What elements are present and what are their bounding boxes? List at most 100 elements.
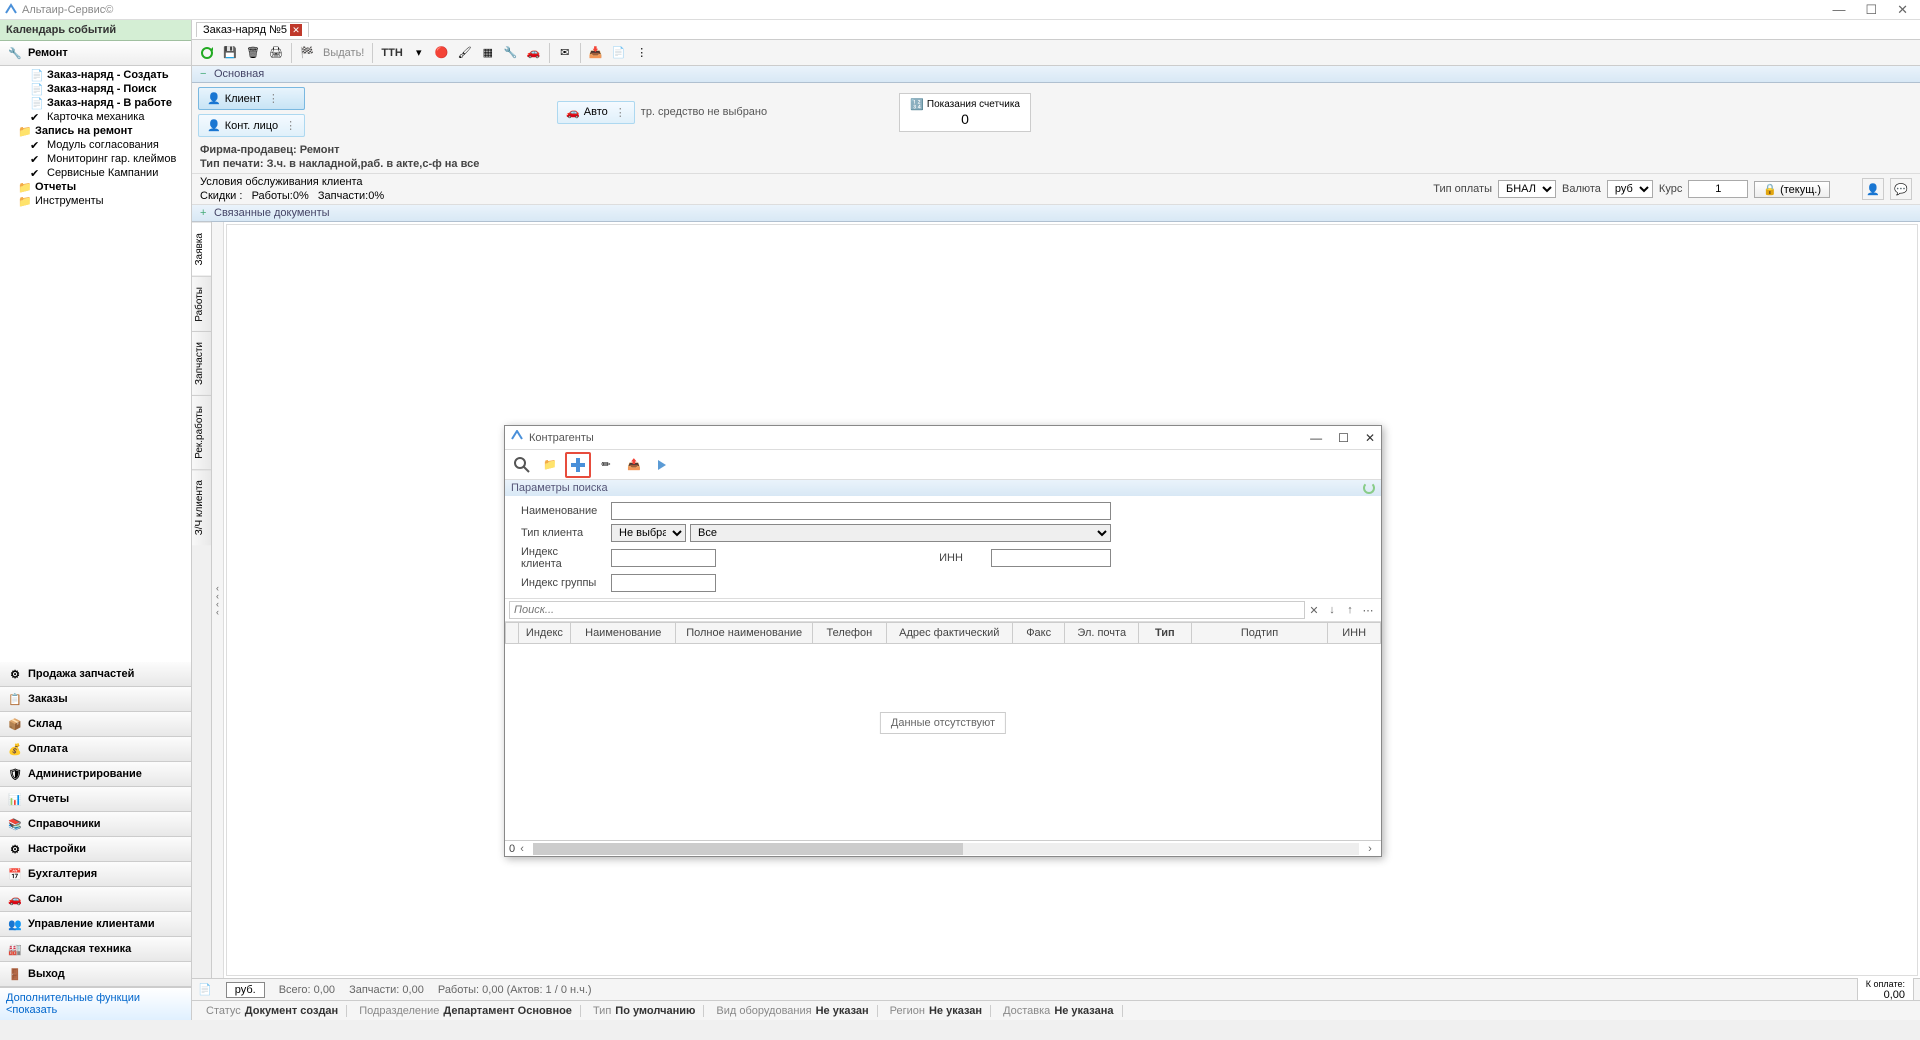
tree-item[interactable]: 📄Заказ-наряд - Поиск [0,82,191,96]
document-tab[interactable]: Заказ-наряд №5 ✕ [196,22,309,37]
sidebar-item-settings[interactable]: ⚙Настройки [0,837,191,862]
tree-item[interactable]: 📄Заказ-наряд - В работе [0,96,191,110]
sidebar-footer-link[interactable]: Дополнительные функции <показать [0,987,191,1020]
delete-button[interactable]: 🗑 [242,42,264,64]
tab-close-icon[interactable]: ✕ [290,24,302,36]
color-button[interactable]: 🔴 [431,42,453,64]
chat-icon-button[interactable]: 💬 [1890,178,1912,200]
import-button[interactable]: 📥 [585,42,607,64]
tree-item[interactable]: 📁Инструменты [0,194,191,208]
doc-button[interactable]: 📄 [608,42,630,64]
column-header[interactable]: Тип [1139,623,1192,644]
dialog-minimize-button[interactable]: — [1310,431,1322,445]
more-button[interactable]: ⋮ [631,42,653,64]
clear-search-button[interactable]: ✕ [1305,601,1323,619]
vtab-rec-works[interactable]: Рек.работы [192,395,211,469]
vtab-works[interactable]: Работы [192,276,211,332]
scroll-left-button[interactable]: ‹ [515,843,529,855]
column-header[interactable]: Индекс [518,623,571,644]
ttn-label[interactable]: ТТН [377,47,406,59]
arrow-left-icon[interactable]: ‹ [216,608,219,616]
folder-icon: 📁 [18,125,32,137]
horizontal-scrollbar[interactable] [533,843,1359,855]
edit-button[interactable]: ✏ [593,452,619,478]
payment-type-select[interactable]: БНАЛ [1498,180,1556,198]
sidebar-item-accounting[interactable]: 📅Бухгалтерия [0,862,191,887]
column-header[interactable]: Эл. почта [1065,623,1139,644]
minimize-button[interactable]: — [1832,2,1845,18]
sidebar-section-repair[interactable]: 🔧 Ремонт [0,41,191,66]
column-header[interactable]: Подтип [1191,623,1328,644]
sidebar-item-admin[interactable]: 🛡Администрирование [0,762,191,787]
more-options-button[interactable]: ⋯ [1359,601,1377,619]
tool-button[interactable]: 🔧 [500,42,522,64]
column-header[interactable]: Полное наименование [676,623,813,644]
tree-item[interactable]: ✔Модуль согласования [0,138,191,152]
current-rate-button[interactable]: 🔒 (текущ.) [1754,181,1830,198]
tree-item[interactable]: ✔Сервисные Кампании [0,166,191,180]
contact-button[interactable]: 👤 Конт. лицо ⋮ [198,114,305,137]
inn-input[interactable] [991,549,1111,567]
folder-button[interactable]: 📁 [537,452,563,478]
sidebar-item-parts-sale[interactable]: ⚙Продажа запчастей [0,662,191,687]
tree-item[interactable]: ✔Мониторинг гар. клеймов [0,152,191,166]
client-button[interactable]: 👤 Клиент ⋮ [198,87,305,110]
tree-item[interactable]: 📁Отчеты [0,180,191,194]
print-button[interactable]: 🖨 [265,42,287,64]
rate-input[interactable] [1688,180,1748,198]
vtab-client-parts[interactable]: З/Ч клиента [192,469,211,545]
auto-button[interactable]: 🚗 Авто ⋮ [557,101,635,124]
scroll-right-button[interactable]: › [1363,843,1377,855]
linked-docs-header[interactable]: + Связанные документы [192,205,1920,222]
search-button[interactable] [509,452,535,478]
people-icon: 👥 [6,916,24,932]
client-type-select[interactable]: Не выбран [611,524,686,542]
sidebar-item-warehouse[interactable]: 📦Склад [0,712,191,737]
name-input[interactable] [611,502,1111,520]
currency-select[interactable]: руб [1607,180,1653,198]
currency-button[interactable]: руб. [226,982,265,998]
close-button[interactable]: ✕ [1897,2,1908,18]
maximize-button[interactable]: ☐ [1865,2,1877,18]
sort-down-button[interactable]: ↓ [1323,601,1341,619]
sidebar-item-crm[interactable]: 👥Управление клиентами [0,912,191,937]
mail-button[interactable]: ✉ [554,42,576,64]
grid-search-input[interactable] [509,601,1305,619]
tree-item[interactable]: 📁Запись на ремонт [0,124,191,138]
flag-button[interactable]: 🏁 [296,42,318,64]
column-header[interactable]: Телефон [813,623,887,644]
column-header[interactable]: Наименование [571,623,676,644]
main-section-header[interactable]: − Основная [192,66,1920,83]
client-type-all-select[interactable]: Все [690,524,1111,542]
client-index-input[interactable] [611,549,716,567]
tree-item[interactable]: 📄Заказ-наряд - Создать [0,68,191,82]
dialog-maximize-button[interactable]: ☐ [1338,431,1349,445]
sidebar-item-reports[interactable]: 📊Отчеты [0,787,191,812]
save-button[interactable]: 💾 [219,42,241,64]
column-header[interactable]: ИНН [1328,623,1381,644]
sidebar-item-payment[interactable]: 💰Оплата [0,737,191,762]
sidebar-item-orders[interactable]: 📋Заказы [0,687,191,712]
sort-up-button[interactable]: ↑ [1341,601,1359,619]
column-header[interactable]: Факс [1012,623,1065,644]
dropdown-button[interactable]: ▾ [408,42,430,64]
tree-item[interactable]: ✔Карточка механика [0,110,191,124]
next-button[interactable] [649,452,675,478]
sidebar-item-warehouse-tech[interactable]: 🏭Складская техника [0,937,191,962]
vtab-request[interactable]: Заявка [192,222,211,276]
group-index-input[interactable] [611,574,716,592]
export-button[interactable]: 📤 [621,452,647,478]
add-button[interactable] [565,452,591,478]
vtab-parts[interactable]: Запчасти [192,331,211,395]
column-header[interactable]: Адрес фактический [886,623,1012,644]
refresh-button[interactable] [196,42,218,64]
user-icon-button[interactable]: 👤 [1862,178,1884,200]
grid-button[interactable]: ▦ [477,42,499,64]
sidebar-item-reference[interactable]: 📚Справочники [0,812,191,837]
dialog-close-button[interactable]: ✕ [1365,431,1375,445]
car-button[interactable]: 🚗 [523,42,545,64]
sidebar-item-salon[interactable]: 🚗Салон [0,887,191,912]
brush-button[interactable]: 🖌 [454,42,476,64]
row-selector-header[interactable] [506,623,519,644]
sidebar-item-exit[interactable]: 🚪Выход [0,962,191,987]
